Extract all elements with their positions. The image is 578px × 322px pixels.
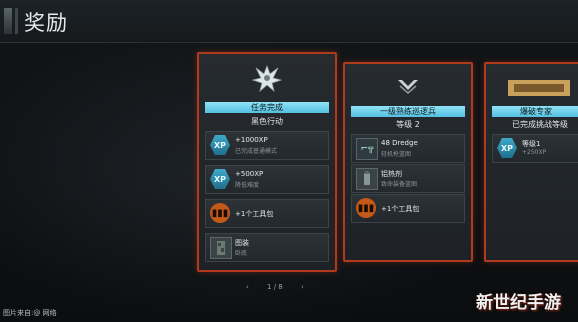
reward-row: ▮▮▮ +1个工具包 [205,199,329,228]
challenge-badge-icon [508,80,570,96]
card-subtitle: 等级 2 [396,120,420,129]
reward-card-patrol[interactable]: 一级熟练巡逻兵 等级 2 ⌐╦ 48 Dredge 轻机枪蓝图 铝热剂 致命装备… [343,62,473,262]
reward-desc: 卧底 [235,250,248,257]
reward-row: XP +1000XP 已完成普通模式 [205,131,329,160]
reward-title: 图装 [235,239,249,247]
xp-icon: XP [497,138,517,158]
card-banner: 任务完成 [205,102,329,113]
reward-row: XP +500XP 降低难度 [205,165,329,194]
title-bar: 奖励 [0,0,578,43]
reward-title: 等级1 [522,140,541,148]
xp-icon: XP [210,169,230,189]
reward-desc: 轻机枪蓝图 [381,151,412,158]
reward-title: +1个工具包 [381,205,420,213]
page-indicator: 1 / 8 [267,283,283,291]
card-banner: 爆破专家 [492,106,578,117]
title-accent-bar-thin [15,8,18,34]
site-watermark: 新世纪手游 [476,293,561,313]
reward-desc: 致命装备蓝图 [381,181,418,188]
reward-row: ▮▮▮ +1个工具包 [351,194,465,223]
card-banner: 一级熟练巡逻兵 [351,106,465,117]
reward-row: 图装 卧底 [205,233,329,262]
toolkit-icon: ▮▮▮ [356,198,376,218]
thermite-icon [356,168,378,190]
reward-title: 铝热剂 [381,170,402,178]
reward-row: XP 等级1 +250XP [492,134,578,163]
xp-icon: XP [210,135,230,155]
pagination: ‹ 1 / 8 › [238,283,312,291]
card-subtitle: 黑色行动 [251,117,283,126]
next-page-button[interactable]: › [301,283,304,291]
source-watermark: 图片来自:@ 网络 [3,309,57,317]
reward-title: +500XP [235,170,264,178]
card-subtitle: 已完成挑战等级 [512,120,568,129]
reward-card-demolition[interactable]: 爆破专家 已完成挑战等级 XP 等级1 +250XP [484,62,578,262]
reward-title: +1000XP [235,136,268,144]
prev-page-button[interactable]: ‹ [246,283,249,291]
rank-chevron-icon [398,80,418,94]
title-accent-bar [4,8,12,34]
weapon-icon: ⌐╦ [356,138,378,160]
reward-card-mission-complete[interactable]: 任务完成 黑色行动 XP +1000XP 已完成普通模式 XP +500XP 降… [197,52,337,272]
toolkit-icon: ▮▮▮ [210,203,230,223]
page-title: 奖励 [24,11,68,35]
winged-emblem-icon [251,64,283,93]
reward-desc: +250XP [522,149,547,156]
camo-icon [210,237,232,259]
reward-title: +1个工具包 [235,210,274,218]
reward-title: 48 Dredge [381,139,418,147]
reward-row: 铝热剂 致命装备蓝图 [351,164,465,193]
reward-desc: 已完成普通模式 [235,148,278,155]
reward-desc: 降低难度 [235,182,260,189]
reward-row: ⌐╦ 48 Dredge 轻机枪蓝图 [351,134,465,163]
